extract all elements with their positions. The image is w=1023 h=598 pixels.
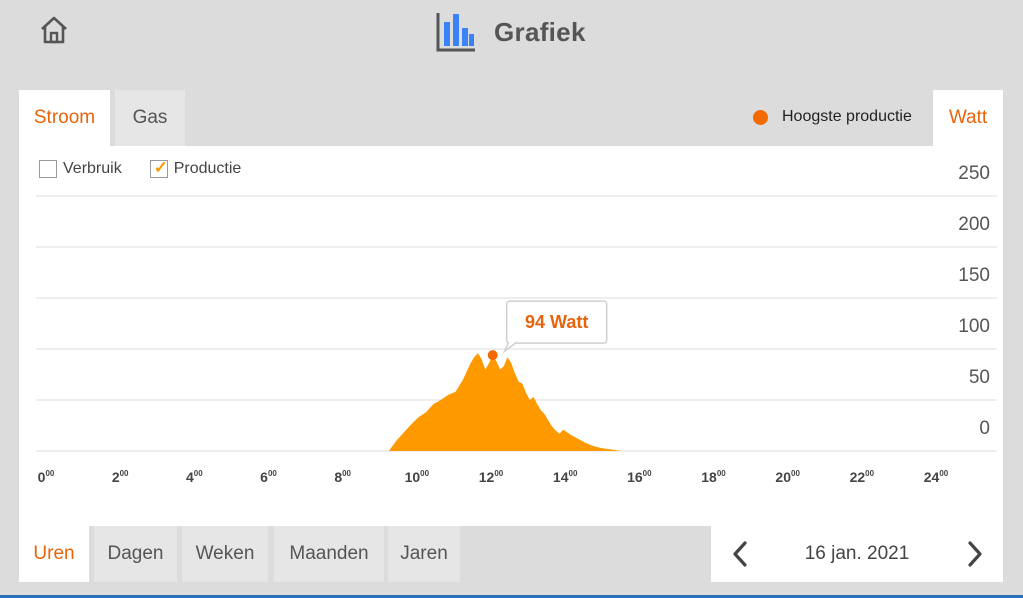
x-tick-label: 1000 [405, 469, 430, 485]
date-navigator: 16 jan. 2021 [711, 526, 1003, 582]
x-tick-label: 200 [112, 469, 129, 485]
production-area [388, 353, 623, 451]
x-tick-label: 800 [334, 469, 351, 485]
x-tick-label: 1800 [701, 469, 726, 485]
x-tick-label: 600 [260, 469, 277, 485]
x-tick-label: 1200 [479, 469, 504, 485]
x-tick-label: 1600 [627, 469, 652, 485]
y-tick-label: 200 [958, 214, 990, 235]
x-tick-label: 400 [186, 469, 203, 485]
y-tick-label: 250 [958, 163, 990, 184]
period-jaren[interactable]: Jaren [388, 526, 460, 582]
period-dagen[interactable]: Dagen [94, 526, 177, 582]
x-tick-label: 1400 [553, 469, 578, 485]
peak-marker[interactable] [487, 350, 498, 361]
period-maanden[interactable]: Maanden [274, 526, 384, 582]
x-tick-label: 000 [38, 469, 55, 485]
peak-tooltip: 94 Watt [502, 300, 608, 354]
y-tick-label: 100 [958, 316, 990, 337]
tooltip-text: 94 Watt [525, 312, 588, 332]
y-tick-label: 0 [979, 418, 990, 439]
y-tick-label: 50 [969, 367, 990, 388]
x-tick-label: 2400 [924, 469, 949, 485]
y-tick-label: 150 [958, 265, 990, 286]
x-tick-label: 2000 [775, 469, 800, 485]
period-uren[interactable]: Uren [19, 526, 89, 582]
period-weken[interactable]: Weken [182, 526, 268, 582]
x-tick-label: 2200 [850, 469, 875, 485]
production-chart: 0 50 100 150 200 250 000 200 400 600 800 1000 1200 1… [36, 163, 997, 485]
x-axis-labels: 000 200 400 600 800 1000 1200 1400 1600 1800 2000 2… [38, 469, 949, 485]
chevron-right-icon[interactable] [960, 540, 988, 568]
y-axis-labels: 0 50 100 150 200 250 [958, 163, 990, 439]
